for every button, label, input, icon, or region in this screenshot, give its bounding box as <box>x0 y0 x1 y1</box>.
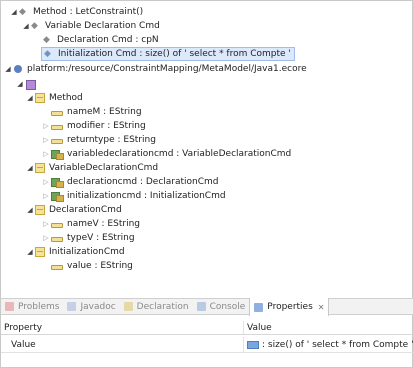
method-icon <box>31 19 41 33</box>
tree-item-reference-variabledeclarationcmd[interactable]: ▷ variabledeclarationcmd : VariableDecla… <box>41 147 291 161</box>
tree-item-declaration-cmd[interactable]: Declaration Cmd : cpN <box>43 33 159 47</box>
collapse-arrow-icon[interactable]: ▷ <box>41 231 51 245</box>
tree-item-label: platform:/resource/ConstraintMapping/Met… <box>27 64 307 74</box>
expand-arrow-icon[interactable]: ◢ <box>25 91 35 105</box>
tree-item-attribute-modifier[interactable]: ▷ modifier : EString <box>41 119 146 133</box>
tab-label: Console <box>209 301 246 312</box>
collapse-arrow-icon[interactable]: ▷ <box>41 119 51 133</box>
tree-item-class-initializationcmd[interactable]: ◢ InitializationCmd <box>25 245 125 259</box>
property-value-cell[interactable]: : size() of ' select * from Compte ' <box>244 337 413 352</box>
tree-item-reference-initializationcmd[interactable]: ▷ initializationcmd : InitializationCmd <box>41 189 226 203</box>
reference-icon <box>51 149 64 160</box>
tree-item-label: Method : LetConstraint() <box>33 7 144 17</box>
attribute-icon <box>51 124 63 130</box>
attribute-icon <box>51 222 63 228</box>
properties-table-header: Property Value <box>1 321 413 335</box>
tab-declaration[interactable]: Declaration <box>120 298 193 315</box>
tree-item-reference-declarationcmd[interactable]: ▷ declarationcmd : DeclarationCmd <box>41 175 219 189</box>
view-tab-bar: Problems Javadoc Declaration Console Pro… <box>1 298 413 316</box>
tree-item-label: DeclarationCmd <box>49 205 122 215</box>
tree-item-label: Declaration Cmd : cpN <box>57 35 159 45</box>
javadoc-icon <box>67 302 77 311</box>
resource-icon <box>13 64 23 74</box>
method-icon <box>44 47 54 61</box>
collapse-arrow-icon[interactable]: ▷ <box>41 175 51 189</box>
tree-item-class-method[interactable]: ◢ Method <box>25 91 83 105</box>
tree-item-label: modifier : EString <box>67 121 146 131</box>
collapse-arrow-icon[interactable]: ▷ <box>41 133 51 147</box>
attribute-icon <box>51 110 63 116</box>
reference-icon <box>51 191 64 202</box>
column-header-property[interactable]: Property <box>1 321 244 334</box>
class-icon <box>35 93 45 103</box>
collapse-arrow-icon[interactable]: ▷ <box>41 147 51 161</box>
tab-properties[interactable]: Properties ✕ <box>249 298 330 316</box>
problems-icon <box>5 302 14 311</box>
tree-item-class-variabledeclarationcmd[interactable]: ◢ VariableDeclarationCmd <box>25 161 158 175</box>
tree-item-package[interactable]: ◢ <box>15 77 39 91</box>
tree-item-label: variabledeclarationcmd : VariableDeclara… <box>67 149 292 159</box>
tree-item-class-declarationcmd[interactable]: ◢ DeclarationCmd <box>25 203 122 217</box>
tree-item-label: Variable Declaration Cmd <box>45 21 160 31</box>
tree-item-attribute-namev[interactable]: ▷ nameV : EString <box>41 217 140 231</box>
tree-item-label: nameM : EString <box>67 107 142 117</box>
method-icon <box>43 33 53 47</box>
tree-item-initialization-cmd[interactable]: Initialization Cmd : size() of ' select … <box>41 47 295 61</box>
tree-item-label: returntype : EString <box>67 135 156 145</box>
model-tree: ◢ Method : LetConstraint() ◢ Variable De… <box>3 5 409 295</box>
tab-label: Javadoc <box>80 301 116 312</box>
expand-arrow-icon[interactable]: ◢ <box>15 77 25 91</box>
tree-item-label: declarationcmd : DeclarationCmd <box>67 177 219 187</box>
collapse-arrow-icon[interactable]: ▷ <box>41 189 51 203</box>
tab-label: Properties <box>267 302 313 312</box>
tab-problems[interactable]: Problems <box>1 298 63 315</box>
tree-item-label: Initialization Cmd : size() of ' select … <box>58 49 291 59</box>
tree-item-attribute-returntype[interactable]: ▷ returntype : EString <box>41 133 156 147</box>
class-icon <box>35 205 45 215</box>
close-icon[interactable]: ✕ <box>318 303 325 312</box>
attribute-icon <box>51 236 63 242</box>
tab-label: Declaration <box>136 301 189 312</box>
tree-item-label: value : EString <box>67 261 133 271</box>
class-icon <box>35 247 45 257</box>
method-icon <box>19 5 29 19</box>
tree-item-attribute-value[interactable]: value : EString <box>41 259 133 273</box>
tab-label: Problems <box>18 301 60 312</box>
collapse-arrow-icon[interactable]: ▷ <box>41 217 51 231</box>
tree-item-label: Method <box>49 93 83 103</box>
tree-item-attribute-namem[interactable]: nameM : EString <box>41 105 142 119</box>
expand-arrow-icon[interactable]: ◢ <box>25 203 35 217</box>
tree-item-attribute-typev[interactable]: ▷ typeV : EString <box>41 231 135 245</box>
properties-icon <box>254 302 264 312</box>
tree-item-variable-declaration-cmd[interactable]: ◢ Variable Declaration Cmd <box>21 19 160 33</box>
console-icon <box>196 302 206 311</box>
declaration-icon <box>123 302 133 311</box>
property-name: Value <box>1 337 244 352</box>
tree-item-label: InitializationCmd <box>49 247 125 257</box>
expand-arrow-icon[interactable]: ◢ <box>25 161 35 175</box>
column-header-value[interactable]: Value <box>244 321 413 334</box>
tree-item-label: nameV : EString <box>67 219 140 229</box>
expand-arrow-icon[interactable]: ◢ <box>21 19 31 33</box>
expand-arrow-icon[interactable]: ◢ <box>25 245 35 259</box>
reference-icon <box>51 177 64 188</box>
properties-table-row[interactable]: Value : size() of ' select * from Compte… <box>1 337 413 353</box>
tab-javadoc[interactable]: Javadoc <box>63 298 119 315</box>
value-icon <box>247 340 259 349</box>
package-icon <box>25 79 36 90</box>
expand-arrow-icon[interactable]: ◢ <box>3 62 13 76</box>
attribute-icon <box>51 264 63 270</box>
tab-console[interactable]: Console <box>193 298 250 315</box>
editor-window: ◢ Method : LetConstraint() ◢ Variable De… <box>0 0 413 368</box>
tree-item-label: VariableDeclarationCmd <box>49 163 159 173</box>
property-value: : size() of ' select * from Compte ' <box>262 339 413 350</box>
tree-item-label: initializationcmd : InitializationCmd <box>67 191 226 201</box>
tree-item-resource[interactable]: ◢ platform:/resource/ConstraintMapping/M… <box>3 62 307 76</box>
attribute-icon <box>51 138 63 144</box>
expand-arrow-icon[interactable]: ◢ <box>9 5 19 19</box>
tree-item-method-letconstraint[interactable]: ◢ Method : LetConstraint() <box>9 5 143 19</box>
tree-item-label: typeV : EString <box>67 233 135 243</box>
class-icon <box>35 163 45 173</box>
